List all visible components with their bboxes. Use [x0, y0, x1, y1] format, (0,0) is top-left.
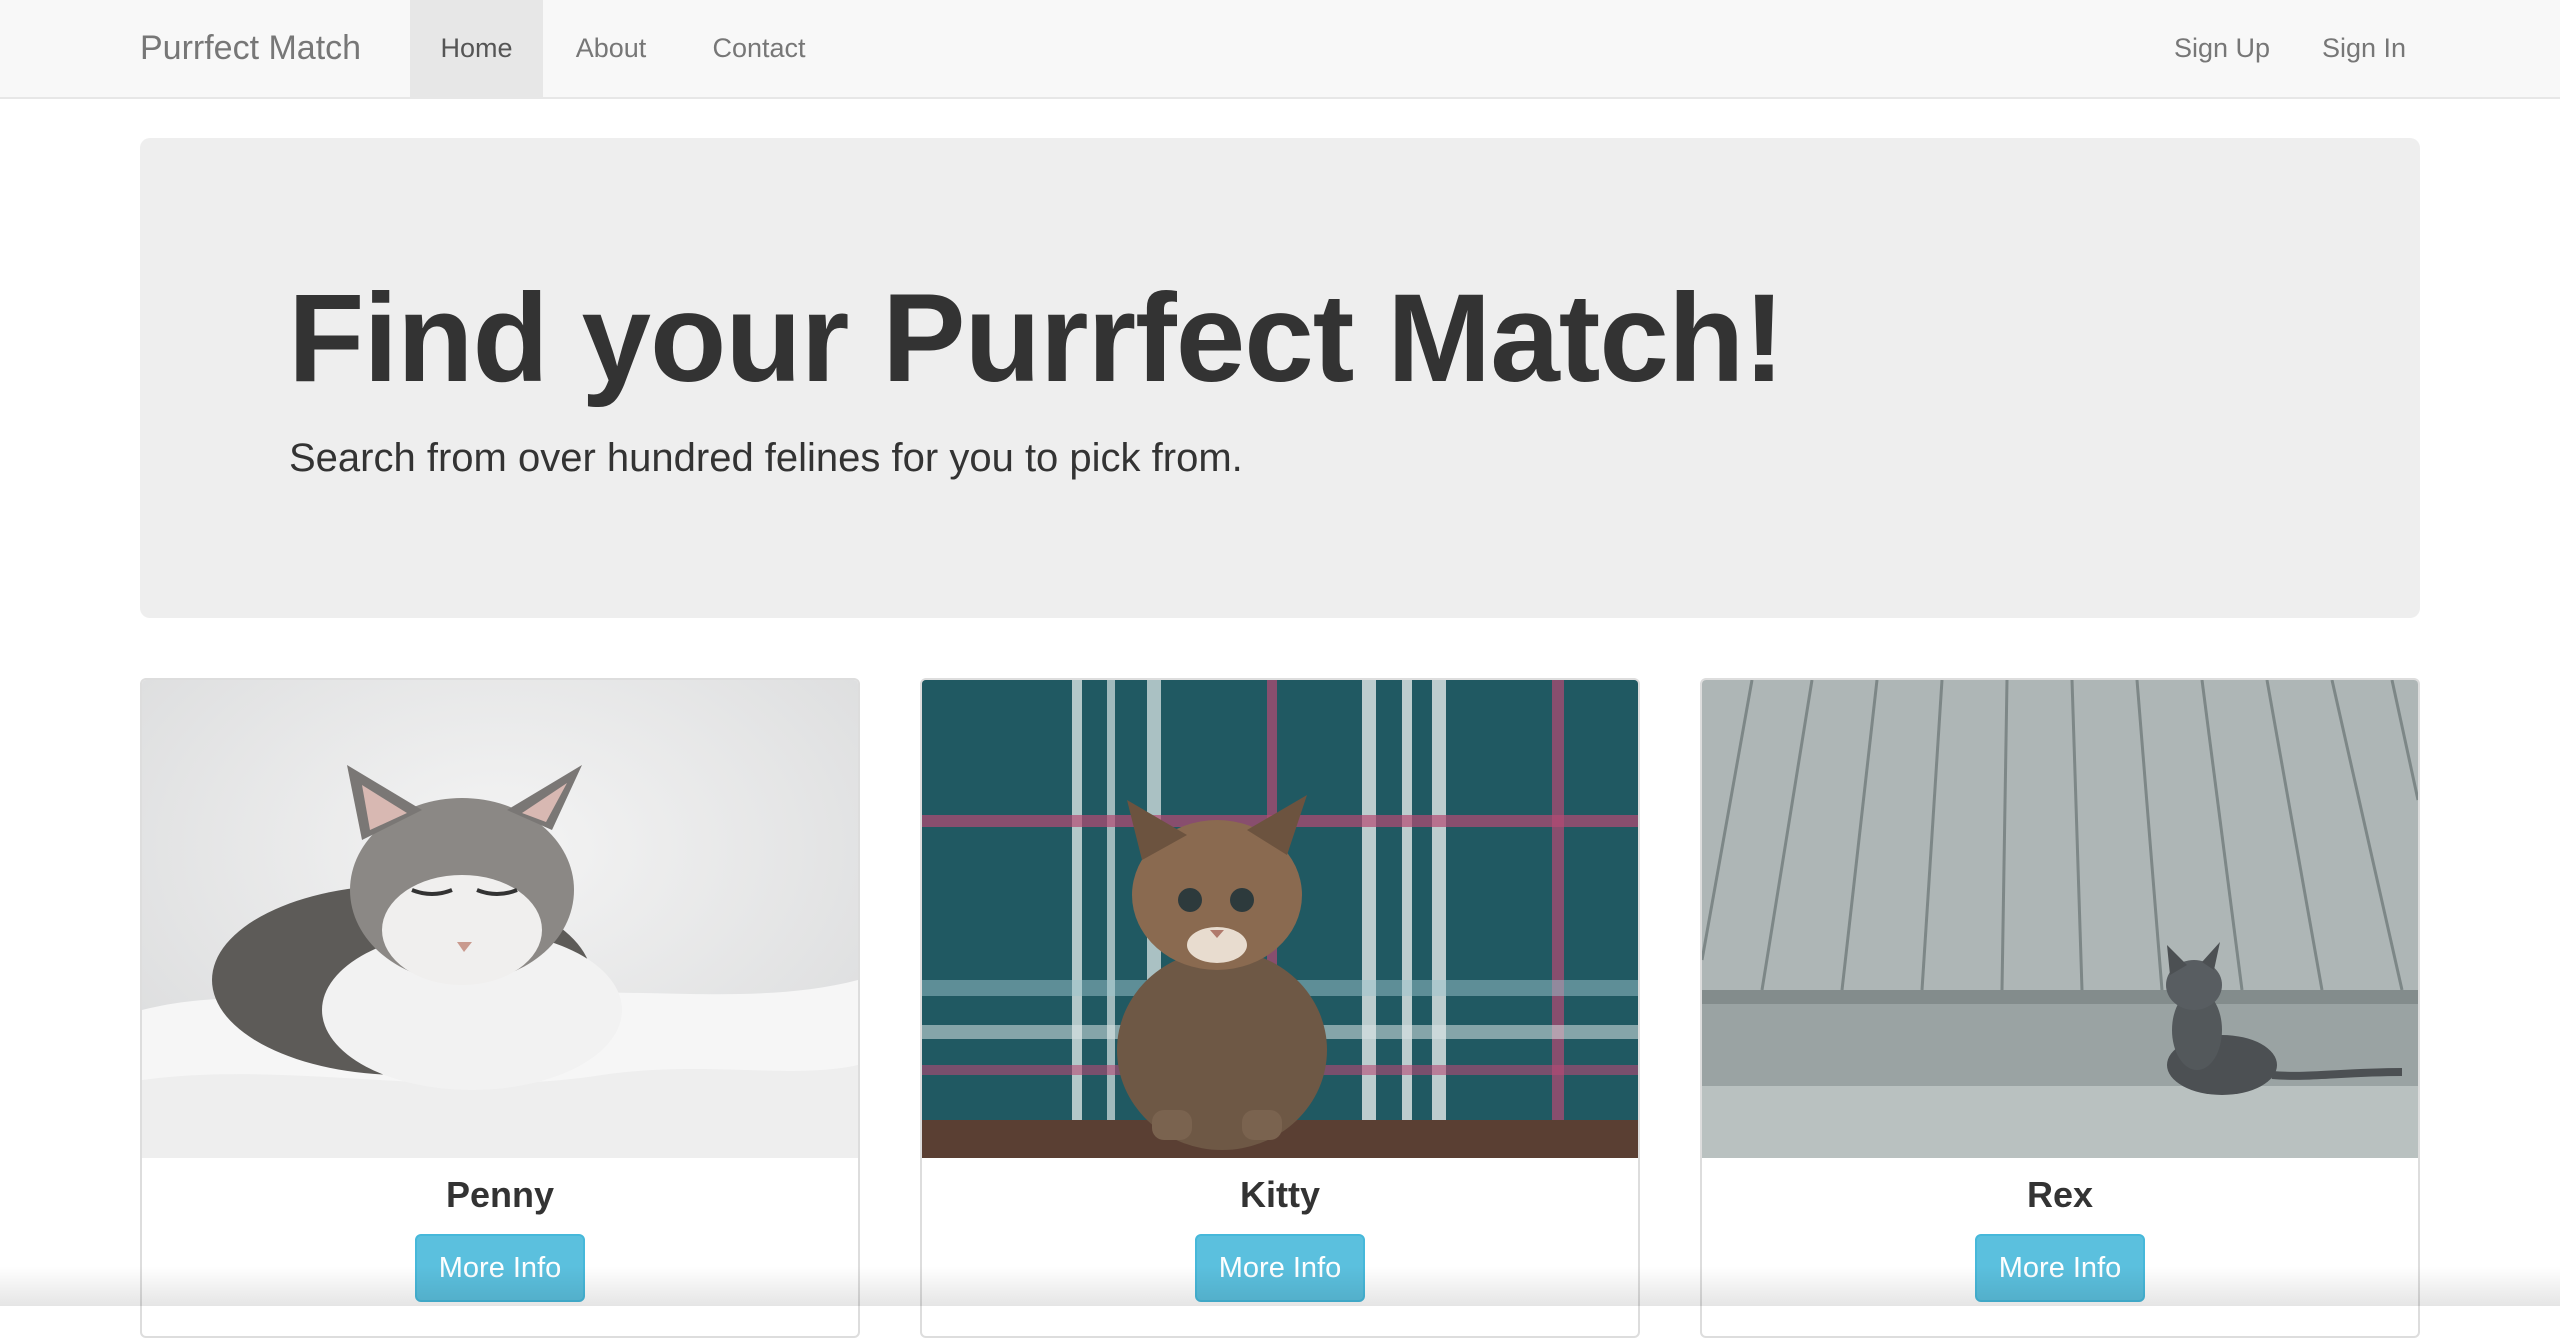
hero-subtitle: Search from over hundred felines for you…	[289, 436, 1243, 480]
tabby-kitten-on-plaid-photo	[922, 680, 1638, 1158]
grey-kitten-by-deck-photo	[1702, 680, 2418, 1158]
white-and-grey-cat-photo	[142, 680, 858, 1158]
nav-about-link[interactable]: About	[543, 0, 679, 97]
more-info-button[interactable]: More Info	[1975, 1234, 2145, 1302]
hero-jumbotron: Find your Purrfect Match! Search from ov…	[140, 138, 2420, 618]
nav-contact-link[interactable]: Contact	[679, 0, 839, 97]
cat-card-penny: Penny More Info	[140, 678, 860, 1338]
brand-link[interactable]: Purrfect Match	[140, 0, 361, 97]
cat-name: Rex	[2026, 1174, 2094, 1215]
sign-in-link[interactable]: Sign In	[2294, 0, 2434, 97]
more-info-button[interactable]: More Info	[1195, 1234, 1365, 1302]
top-navbar: Purrfect Match Home About Contact Sign U…	[0, 0, 2560, 99]
cat-name: Penny	[445, 1174, 555, 1215]
cat-card-rex: Rex More Info	[1700, 678, 2420, 1338]
hero-title: Find your Purrfect Match!	[288, 269, 1785, 408]
cat-card-kitty: Kitty More Info	[920, 678, 1640, 1338]
more-info-button[interactable]: More Info	[415, 1234, 585, 1302]
sign-up-link[interactable]: Sign Up	[2150, 0, 2294, 97]
cat-name: Kitty	[1240, 1174, 1320, 1215]
nav-home-link[interactable]: Home	[410, 0, 543, 97]
